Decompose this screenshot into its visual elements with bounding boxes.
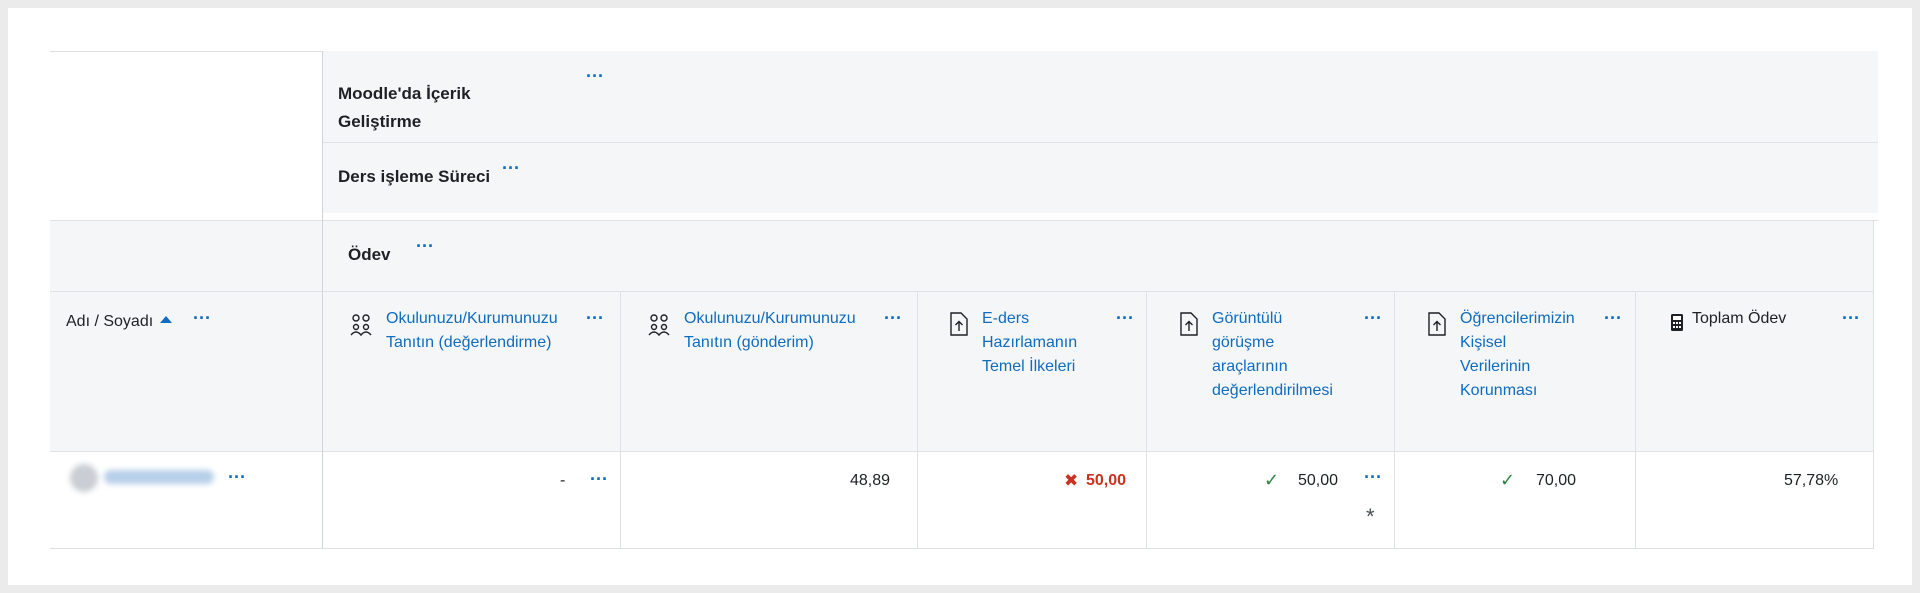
column-separator (917, 292, 918, 548)
category-top-menu-button[interactable]: ··· (586, 67, 604, 85)
column-header-item-1[interactable]: Okulunuzu/Kurumunuzu Tanıtın (değerlendi… (386, 307, 576, 355)
grade-cell-1[interactable]: - (560, 472, 565, 490)
column-label-line[interactable]: Okulunuzu/Kurumunuzu (684, 307, 874, 331)
column-label-line[interactable]: Öğrencilerimizin (1460, 307, 1610, 331)
assignment-upload-icon (1180, 312, 1198, 336)
grade-1-menu-button[interactable]: ··· (590, 470, 608, 488)
table-bottom-border (50, 548, 1874, 549)
category-title-group: Ödev (348, 245, 391, 264)
column-header-name[interactable]: Adı / Soyadı (66, 313, 172, 331)
category-row-group: Ödev ··· (50, 221, 1874, 291)
category-row-sub: Ders işleme Süreci ··· (322, 143, 1878, 213)
group-icon (648, 314, 670, 336)
overridden-asterisk-icon: * (1366, 504, 1375, 529)
column-header-item-4[interactable]: Görüntülü görüşme araçlarının değerlendi… (1212, 307, 1362, 403)
column-label-line[interactable]: Temel İlkeleri (982, 355, 1112, 379)
column-3-menu-button[interactable]: ··· (1116, 309, 1134, 327)
fail-icon: ✖ (1064, 471, 1079, 490)
grade-cell-5[interactable]: 70,00 (1536, 472, 1576, 490)
column-label-line[interactable]: Tanıtın (değerlendirme) (386, 331, 576, 355)
grade-cell-3[interactable]: 50,00 (1086, 472, 1126, 490)
column-header-item-2[interactable]: Okulunuzu/Kurumunuzu Tanıtın (gönderim) (684, 307, 874, 355)
avatar[interactable] (70, 464, 98, 492)
pass-check-icon: ✓ (1264, 470, 1280, 490)
column-separator (1146, 292, 1147, 548)
category-title-top: Moodle'da İçerik Geliştirme (338, 84, 471, 131)
column-label-line[interactable]: Kişisel (1460, 331, 1610, 355)
column-separator (1394, 292, 1395, 548)
column-header-item-3[interactable]: E-ders Hazırlamanın Temel İlkeleri (982, 307, 1112, 379)
column-separator (1635, 292, 1636, 548)
category-group-menu-button[interactable]: ··· (416, 237, 434, 255)
grade-cell-4[interactable]: 50,00 (1298, 472, 1338, 490)
name-header-label[interactable]: Adı / Soyadı (66, 313, 153, 330)
sort-asc-icon[interactable] (159, 316, 172, 323)
column-6-menu-button[interactable]: ··· (1842, 309, 1860, 327)
column-separator (620, 292, 621, 548)
column-label-line[interactable]: Verilerinin (1460, 355, 1610, 379)
column-label-line[interactable]: araçlarının (1212, 355, 1362, 379)
column-separator (1873, 221, 1874, 548)
column-label-line[interactable]: Hazırlamanın (982, 331, 1112, 355)
column-label-line[interactable]: E-ders (982, 307, 1112, 331)
column-header-total[interactable]: Toplam Ödev (1692, 307, 1786, 331)
column-header-item-5[interactable]: Öğrencilerimizin Kişisel Verilerinin Kor… (1460, 307, 1610, 403)
table-row: ··· - ··· 48,89 ✖ 50,00 ✓ 50,00 ··· * ✓ … (50, 452, 1874, 548)
page-frame: Moodle'da İçerik Geliştirme ··· Ders işl… (8, 8, 1912, 585)
column-2-menu-button[interactable]: ··· (884, 309, 902, 327)
assignment-upload-icon (950, 312, 968, 336)
grade-4-menu-button[interactable]: ··· (1364, 468, 1382, 486)
category-title-sub: Ders işleme Süreci (338, 167, 491, 186)
grade-cell-2[interactable]: 48,89 (850, 472, 890, 490)
column-1-menu-button[interactable]: ··· (586, 309, 604, 327)
category-row-top: Moodle'da İçerik Geliştirme ··· (322, 51, 1878, 142)
column-label-line[interactable]: görüşme (1212, 331, 1362, 355)
column-label-line[interactable]: Tanıtın (gönderim) (684, 331, 874, 355)
column-label-line[interactable]: Korunması (1460, 379, 1610, 403)
column-separator (322, 51, 323, 548)
column-label-line[interactable]: Okulunuzu/Kurumunuzu (386, 307, 576, 331)
category-sub-menu-button[interactable]: ··· (502, 159, 520, 177)
pass-check-icon: ✓ (1500, 470, 1516, 490)
name-column-menu-button[interactable]: ··· (193, 309, 211, 327)
group-icon (350, 314, 372, 336)
user-row-menu-button[interactable]: ··· (228, 468, 246, 486)
column-4-menu-button[interactable]: ··· (1364, 309, 1382, 327)
grade-cell-total[interactable]: 57,78% (1784, 472, 1838, 490)
user-name-link[interactable] (104, 470, 214, 484)
calculator-icon (1671, 314, 1683, 331)
column-label-line[interactable]: Görüntülü (1212, 307, 1362, 331)
column-5-menu-button[interactable]: ··· (1604, 309, 1622, 327)
column-label-line[interactable]: değerlendirilmesi (1212, 379, 1362, 403)
assignment-upload-icon (1428, 312, 1446, 336)
